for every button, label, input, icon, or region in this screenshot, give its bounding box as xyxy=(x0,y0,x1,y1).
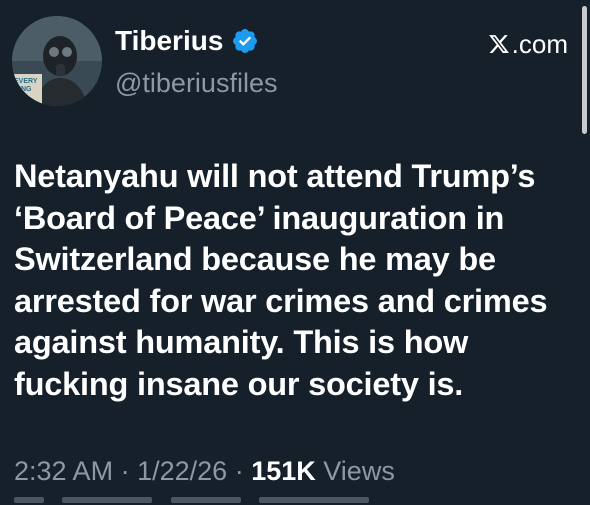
tweet-card: EVERY HING ED Tiberius @tiberiusfiles .c… xyxy=(0,0,590,505)
tweet-time[interactable]: 2:32 AM xyxy=(14,456,113,486)
avatar[interactable]: EVERY HING ED xyxy=(12,16,102,106)
meta-separator: · xyxy=(234,456,244,486)
tweet-meta: 2:32 AM · 1/22/26 · 151K Views xyxy=(14,453,395,489)
verified-badge-icon xyxy=(233,29,258,53)
avatar-sign-line-2: HING xyxy=(14,86,32,93)
views-label: Views xyxy=(323,456,395,486)
display-name[interactable]: Tiberius xyxy=(115,24,259,58)
tweet-date[interactable]: 1/22/26 xyxy=(137,456,227,486)
avatar-sign-line-3: ED xyxy=(18,95,28,102)
cutoff-action-row xyxy=(14,497,434,505)
source-site-label[interactable]: .com xyxy=(488,28,568,60)
scrollbar[interactable] xyxy=(582,6,587,134)
cutoff-glyph xyxy=(62,497,153,503)
cutoff-glyph xyxy=(14,497,44,503)
avatar-image: EVERY HING ED xyxy=(12,16,102,106)
x-logo-icon xyxy=(488,35,509,53)
meta-separator: · xyxy=(120,456,130,486)
author-handle[interactable]: @tiberiusfiles xyxy=(115,67,277,99)
site-label-text: .com xyxy=(511,29,568,59)
tweet-text: Netanyahu will not attend Trump’s ‘Board… xyxy=(14,158,548,402)
views-count: 151K xyxy=(251,456,316,486)
cutoff-glyph xyxy=(170,497,241,503)
avatar-sign-line-1: EVERY xyxy=(14,78,38,85)
display-name-text: Tiberius xyxy=(115,25,224,56)
cutoff-glyph xyxy=(259,497,370,503)
